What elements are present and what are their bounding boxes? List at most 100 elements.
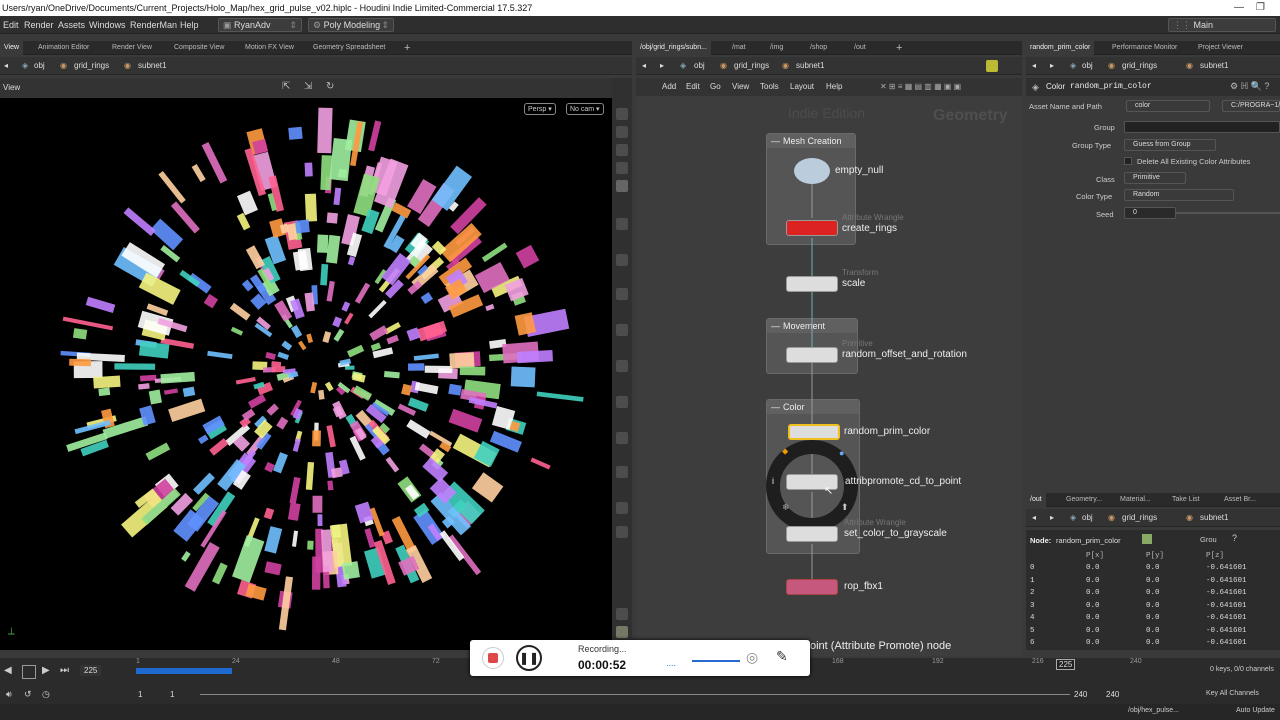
path-subnet1[interactable]: subnet1 — [1200, 509, 1228, 527]
range-slider[interactable] — [200, 694, 1070, 695]
menu-renderman[interactable]: RenderMan — [130, 16, 177, 34]
tab-animation-editor[interactable]: Animation Editor — [34, 41, 93, 55]
node-label-random-offset[interactable]: random_offset_and_rotation — [842, 349, 967, 360]
menu-edit[interactable]: Edit — [3, 16, 19, 34]
tab-composite-view[interactable]: Composite View — [170, 41, 228, 55]
key-all-channels-button[interactable]: Key All Channels — [1206, 690, 1259, 697]
lock-icon[interactable] — [616, 126, 628, 138]
tab-render-view[interactable]: Render View — [108, 41, 156, 55]
add-tab-icon[interactable]: + — [892, 41, 906, 55]
select-tool-icon[interactable]: ⇱ — [282, 81, 290, 92]
tab-geometry[interactable]: Geometry... — [1062, 493, 1106, 507]
info-icon[interactable] — [616, 608, 628, 620]
restore-button[interactable]: ❐ — [1256, 0, 1265, 16]
net-menu-tools[interactable]: Tools — [760, 78, 779, 96]
delete-colors-checkbox[interactable] — [1124, 157, 1132, 165]
forward-icon[interactable]: ▸ — [660, 57, 664, 75]
node-create-rings[interactable] — [786, 220, 838, 236]
node-rop-fbx1[interactable] — [786, 579, 838, 595]
range-start-2[interactable]: 1 — [170, 690, 174, 699]
light-icon[interactable] — [616, 162, 628, 174]
path-grid-rings[interactable]: grid_rings — [1122, 509, 1157, 527]
node-label-attribpromote[interactable]: attribpromote_cd_to_point — [845, 476, 961, 487]
spreadsheet-group-label[interactable]: Grou — [1200, 535, 1217, 544]
seed-field[interactable]: 0 — [1124, 207, 1176, 219]
3d-viewport[interactable]: Persp ▾ No cam ▾ ⟂ — [0, 98, 612, 650]
edge-icon[interactable] — [616, 324, 628, 336]
group-type-dropdown[interactable]: Guess from Group — [1124, 139, 1216, 151]
menu-help[interactable]: Help — [180, 16, 199, 34]
class-dropdown[interactable]: Primitive — [1124, 172, 1186, 184]
node-random-offset[interactable] — [786, 347, 838, 363]
perspective-menu[interactable]: Persp ▾ — [524, 103, 556, 115]
tab-view[interactable]: View — [0, 41, 24, 55]
net-menu-edit[interactable]: Edit — [686, 78, 700, 96]
layout-icon[interactable] — [616, 626, 628, 638]
tab-mat[interactable]: /mat — [728, 41, 750, 55]
spreadsheet-table[interactable]: P[x] P[y] P[z] 0 0.0 0.0 -0.641601 1 0.0 0.0 -0.64… — [1026, 550, 1280, 650]
auto-update-button[interactable]: Auto Update — [1236, 707, 1275, 714]
point-icon[interactable] — [616, 288, 628, 300]
node-label-create-rings[interactable]: create_rings — [842, 223, 897, 234]
net-menu-go[interactable]: Go — [710, 78, 721, 96]
path-subnet1[interactable]: subnet1 — [796, 57, 824, 75]
rotate-tool-icon[interactable]: ↻ — [326, 81, 334, 92]
tab-asset-browser[interactable]: Asset Br... — [1220, 493, 1260, 507]
node-label-scale[interactable]: scale — [842, 278, 865, 289]
path-obj[interactable]: obj — [694, 57, 705, 75]
net-menu-add[interactable]: Add — [662, 78, 676, 96]
node-label-rop-fbx1[interactable]: rop_fbx1 — [844, 581, 883, 592]
range-end[interactable]: 240 — [1074, 690, 1087, 699]
color-type-dropdown[interactable]: Random — [1124, 189, 1234, 201]
clock-icon[interactable]: ◷ — [42, 689, 50, 700]
tab-random-prim-color[interactable]: random_prim_color — [1026, 41, 1095, 55]
grid-icon[interactable] — [616, 432, 628, 444]
net-menu-layout[interactable]: Layout — [790, 78, 814, 96]
node-label-empty-null[interactable]: empty_null — [835, 165, 883, 176]
tab-take-list[interactable]: Take List — [1168, 493, 1204, 507]
camera-icon[interactable] — [616, 218, 628, 230]
range-start[interactable]: 1 — [138, 690, 142, 699]
forward-icon[interactable]: ▸ — [1050, 509, 1054, 527]
text-icon[interactable] — [616, 466, 628, 478]
tab-motion-fx-view[interactable]: Motion FX View — [241, 41, 298, 55]
tab-out[interactable]: /out — [850, 41, 870, 55]
snap-icon[interactable] — [616, 108, 628, 120]
path-subnet1[interactable]: subnet1 — [1200, 57, 1228, 75]
tab-project-viewer[interactable]: Project Viewer — [1194, 41, 1247, 55]
pin-icon[interactable] — [616, 526, 628, 538]
range-end-2[interactable]: 240 — [1106, 690, 1119, 699]
stop-record-button[interactable] — [482, 647, 504, 669]
group-field[interactable] — [1124, 121, 1280, 133]
desktop-dropdown[interactable]: ▣ RyanAdv ⇕ — [218, 18, 302, 32]
display-flag-icon[interactable]: ● — [839, 448, 844, 458]
node-set-color-grayscale[interactable] — [786, 526, 838, 542]
path-grid-rings[interactable]: grid_rings — [734, 57, 769, 75]
asset-name-dropdown[interactable]: color — [1126, 100, 1210, 112]
camera-menu[interactable]: No cam ▾ — [566, 103, 604, 115]
render-icon[interactable] — [616, 502, 628, 514]
path-obj[interactable]: obj — [1082, 57, 1093, 75]
tab-shop[interactable]: /shop — [806, 41, 831, 55]
move-tool-icon[interactable]: ⇲ — [304, 81, 312, 92]
pin-icon[interactable] — [986, 60, 998, 72]
shelf-dropdown[interactable]: ⚙ Poly Modeling ⇕ — [308, 18, 394, 32]
audio-icon[interactable]: 🔊︎ — [6, 689, 12, 700]
path-obj[interactable]: obj — [34, 57, 45, 75]
asset-path-field[interactable]: C:/PROGRA~1/ — [1222, 100, 1280, 112]
back-icon[interactable]: ◂ — [4, 57, 8, 75]
net-menu-help[interactable]: Help — [826, 78, 842, 96]
tab-material[interactable]: Material... — [1116, 493, 1155, 507]
frame-marker[interactable]: 225 — [1056, 659, 1076, 670]
volume-slider[interactable] — [692, 660, 740, 662]
net-menu-view[interactable]: View — [732, 78, 749, 96]
box-icon[interactable] — [616, 396, 628, 408]
view-icon[interactable] — [616, 180, 628, 192]
info-icon[interactable]: i — [772, 476, 774, 486]
face-icon[interactable] — [616, 360, 628, 372]
seed-slider[interactable] — [1176, 212, 1280, 214]
network-canvas[interactable]: Indie Edition Geometry — Mesh Creation — M… — [636, 96, 1022, 656]
tab-geometry-spreadsheet[interactable]: Geometry Spreadsheet — [309, 41, 389, 55]
display-icon[interactable] — [616, 254, 628, 266]
loop-icon[interactable]: ↺ — [24, 689, 32, 700]
